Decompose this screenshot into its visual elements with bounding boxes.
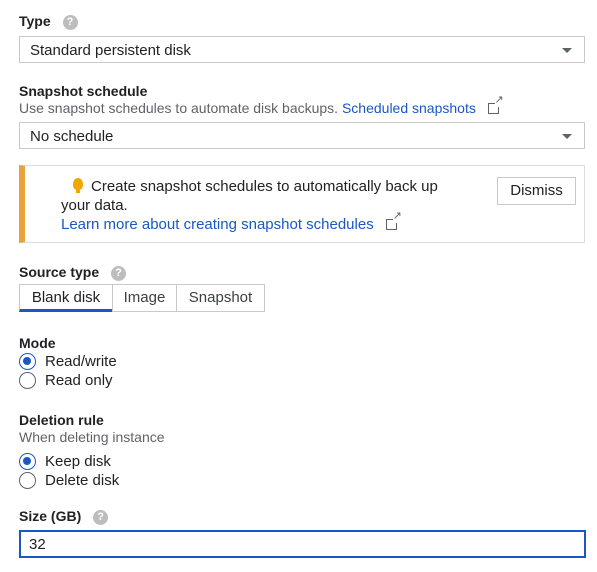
help-icon[interactable]: ? <box>93 509 109 525</box>
external-link-icon <box>487 95 504 114</box>
radio-checked-icon[interactable] <box>19 352 36 370</box>
banner-line1: Create snapshot schedules to automatical… <box>91 178 438 195</box>
source-type-section: Source type ? <box>19 264 127 281</box>
source-type-label: Source type <box>19 264 100 280</box>
deletion-keep-disk-label: Keep disk <box>45 452 111 470</box>
mode-read-only-label: Read only <box>45 371 113 389</box>
size-label: Size (GB) <box>19 508 82 524</box>
size-input[interactable] <box>19 530 586 558</box>
source-type-snapshot[interactable]: Snapshot <box>176 284 265 312</box>
radio-unchecked-icon[interactable] <box>19 371 36 389</box>
type-select-value: Standard persistent disk <box>30 42 191 59</box>
mode-label: Mode <box>19 335 56 351</box>
snapshot-schedule-select[interactable]: No schedule <box>19 122 585 149</box>
deletion-rule-description: When deleting instance <box>19 429 165 445</box>
help-icon[interactable]: ? <box>111 265 127 281</box>
deletion-rule-label: Deletion rule <box>19 412 104 428</box>
snapshot-schedule-description: Use snapshot schedules to automate disk … <box>19 100 339 116</box>
mode-read-only-option[interactable]: Read only <box>19 370 113 390</box>
snapshot-schedule-select-value: No schedule <box>30 128 114 145</box>
learn-more-link[interactable]: Learn more about creating snapshot sched… <box>61 216 374 233</box>
deletion-keep-disk-option[interactable]: Keep disk <box>19 451 111 471</box>
radio-unchecked-icon[interactable] <box>19 471 36 489</box>
type-select[interactable]: Standard persistent disk <box>19 36 585 63</box>
scheduled-snapshots-link[interactable]: Scheduled snapshots <box>342 100 476 116</box>
chevron-down-icon <box>562 134 572 139</box>
source-type-toggle: Blank disk Image Snapshot <box>19 284 265 312</box>
deletion-delete-disk-option[interactable]: Delete disk <box>19 470 119 490</box>
banner-line2: your data. <box>61 197 128 214</box>
source-type-blank-disk[interactable]: Blank disk <box>19 284 113 312</box>
banner-learn-more-row: Learn more about creating snapshot sched… <box>61 211 402 233</box>
radio-checked-icon[interactable] <box>19 452 36 470</box>
lightbulb-icon <box>73 178 83 193</box>
snapshot-schedule-label: Snapshot schedule <box>19 83 148 99</box>
help-icon[interactable]: ? <box>62 14 78 30</box>
chevron-down-icon <box>562 48 572 53</box>
type-label: Type <box>19 13 51 29</box>
type-section: Type ? <box>19 13 78 30</box>
source-type-image[interactable]: Image <box>112 284 177 312</box>
mode-read-write-label: Read/write <box>45 352 117 370</box>
external-link-icon <box>385 211 402 230</box>
snapshot-schedule-banner: Create snapshot schedules to automatical… <box>19 165 585 243</box>
size-section: Size (GB) ? <box>19 508 109 525</box>
mode-read-write-option[interactable]: Read/write <box>19 351 117 371</box>
dismiss-button[interactable]: Dismiss <box>497 177 576 205</box>
deletion-delete-disk-label: Delete disk <box>45 471 120 489</box>
snapshot-schedule-description-row: Use snapshot schedules to automate disk … <box>19 95 504 116</box>
